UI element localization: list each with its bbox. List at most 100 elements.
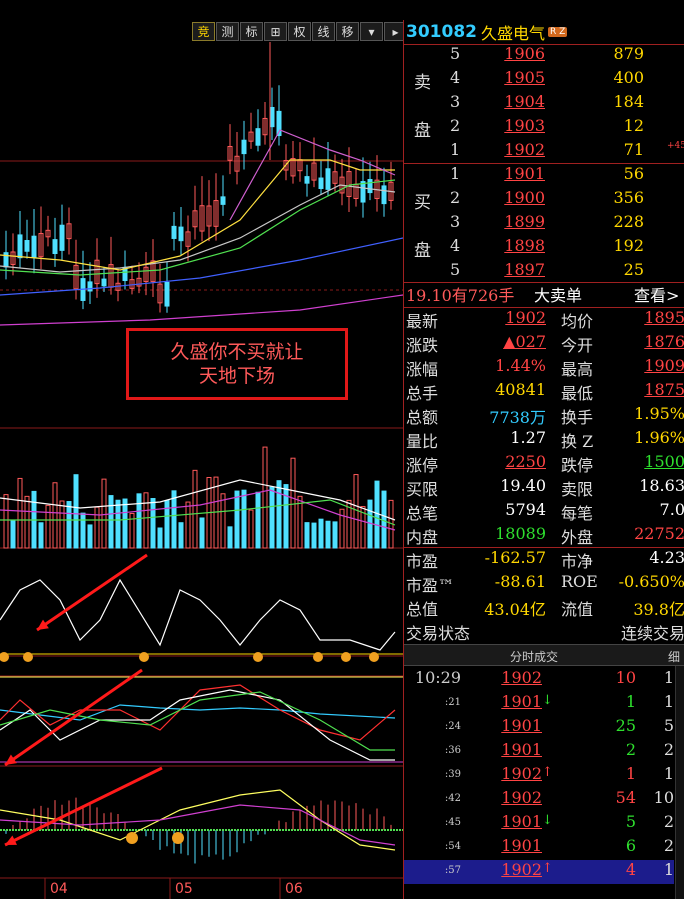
- stock-header: 301082 久盛电气 R Z: [404, 20, 684, 44]
- toolbar-button-move[interactable]: 移: [336, 22, 359, 41]
- volume-bar: [311, 522, 317, 549]
- trades-title: 分时成交: [509, 650, 558, 664]
- buy-level-row[interactable]: 5 1897 25: [404, 260, 684, 284]
- stat-row: 买限 19.40 卖限 18.63: [404, 476, 684, 500]
- month-label: 04: [50, 881, 68, 897]
- candle-body: [241, 139, 247, 155]
- sell-level-row[interactable]: 1 1902 71: [404, 140, 684, 164]
- trade-row[interactable]: :36 1901 2 2: [404, 740, 674, 764]
- buy-level-row[interactable]: 4 1898 192: [404, 236, 684, 260]
- ma120-line: [0, 294, 403, 326]
- trades-scrollbar[interactable]: [675, 666, 684, 899]
- level-volume: 192: [613, 236, 644, 255]
- kline-chart[interactable]: 04 05 06: [0, 20, 403, 899]
- buy-level-row[interactable]: 3 1899 228: [404, 212, 684, 236]
- trade-row[interactable]: :21 1901 ↓ 1 1: [404, 692, 674, 716]
- candle-body: [52, 239, 58, 255]
- candle-body: [178, 226, 184, 242]
- buy-level-row[interactable]: 1 1901 56: [404, 164, 684, 188]
- view-link[interactable]: 查看>: [634, 282, 679, 306]
- toolbar-button-grid[interactable]: ⊞: [264, 22, 287, 41]
- stat-label: 总手: [406, 384, 439, 403]
- trade-row[interactable]: :24 1901 25 5: [404, 716, 674, 740]
- toolbar-button-compete[interactable]: 竞: [192, 22, 215, 41]
- toolbar-button-mark[interactable]: 标: [240, 22, 263, 41]
- trade-time: :45: [444, 817, 461, 828]
- level-number: 2: [450, 188, 461, 207]
- annotation-arrow: [36, 553, 148, 632]
- volume-bar: [3, 494, 9, 549]
- stat-value: 19.40: [500, 476, 546, 495]
- candle-body: [101, 278, 107, 287]
- sell-level-row[interactable]: 5 1906 879: [404, 44, 684, 68]
- stat-label: 市盈™: [406, 576, 455, 595]
- smiley-icon: [126, 832, 138, 844]
- stat-value: 43.04亿: [484, 600, 546, 619]
- stat-value: ▲027: [503, 332, 546, 351]
- trade-time: :21: [444, 697, 461, 708]
- trade-time: :24: [444, 721, 461, 732]
- level-volume: 184: [613, 92, 644, 111]
- candle-body: [304, 176, 310, 184]
- volume-bar: [24, 495, 30, 549]
- volume-bar: [325, 520, 331, 549]
- trade-price: 1901: [501, 812, 542, 831]
- dea-line: [0, 804, 396, 846]
- stat-label: 最低: [561, 384, 594, 403]
- toolbar-button-line[interactable]: 线: [312, 22, 335, 41]
- down-arrow-icon: ↓: [542, 813, 553, 828]
- level-number: 4: [450, 236, 461, 255]
- toolbar-button-measure[interactable]: 测: [216, 22, 239, 41]
- up-arrow-icon: ↑: [542, 765, 553, 780]
- candle-body: [17, 234, 23, 259]
- trade-row[interactable]: :45 1901 ↓ 5 2: [404, 812, 674, 836]
- trade-row[interactable]: :57 1902 ↑ 4 1: [404, 860, 674, 884]
- stat-value: 1895: [644, 308, 684, 327]
- toolbar-button-dropdown[interactable]: ▾: [360, 22, 383, 41]
- toolbar-button-rights[interactable]: 权: [288, 22, 311, 41]
- level-price: 1898: [504, 236, 545, 255]
- stat-value: 18.63: [639, 476, 684, 495]
- volume-bar: [192, 469, 198, 549]
- level-volume: 400: [613, 68, 644, 87]
- trade-volume: 6: [625, 836, 636, 855]
- volume-bar: [283, 484, 289, 549]
- month-label: 05: [175, 881, 193, 897]
- smiley-icon: [139, 652, 149, 662]
- volume-bar: [248, 509, 254, 549]
- level-volume: 25: [623, 260, 644, 279]
- stat-row: 量比 1.27 换 Z 1.96%: [404, 428, 684, 452]
- indicator-line-2: [0, 689, 395, 761]
- detail-button[interactable]: 细: [668, 648, 680, 665]
- candle-body: [360, 181, 366, 203]
- rz-badge: R Z: [548, 27, 568, 37]
- trade-status-row: 交易状态 连续交易: [404, 620, 684, 644]
- trade-price: 1901: [501, 836, 542, 855]
- stat-label: 涨停: [406, 456, 439, 475]
- sell-level-row[interactable]: 2 1903 12: [404, 116, 684, 140]
- smiley-icon: [341, 652, 351, 662]
- trade-row[interactable]: :42 1902 54 10: [404, 788, 674, 812]
- big-order-line[interactable]: 19.10有726手 大卖单 查看>: [404, 282, 684, 307]
- trade-price: 1902: [501, 788, 542, 807]
- trade-volume: 1: [625, 764, 636, 783]
- trade-volume: 2: [625, 740, 636, 759]
- sell-level-row[interactable]: 3 1904 184: [404, 92, 684, 116]
- stat-label: 换 Z: [561, 432, 594, 451]
- kline-chart-area[interactable]: 04 05 06: [0, 20, 403, 899]
- volume-bar: [157, 527, 163, 549]
- smiley-icon: [253, 652, 263, 662]
- stat-label: 最高: [561, 360, 594, 379]
- trade-row[interactable]: :39 1902 ↑ 1 1: [404, 764, 674, 788]
- buy-level-row[interactable]: 2 1900 356: [404, 188, 684, 212]
- annotation-arrow: [4, 766, 163, 847]
- trade-row[interactable]: :54 1901 6 2: [404, 836, 674, 860]
- stat-value: 39.8亿: [633, 600, 684, 619]
- sell-level-row[interactable]: 4 1905 400: [404, 68, 684, 92]
- level-number: 3: [450, 212, 461, 231]
- stat-label: 总笔: [406, 504, 439, 523]
- stat-value: 22752: [634, 524, 684, 543]
- trade-row[interactable]: 10:29 1902 10 1: [404, 668, 674, 692]
- stat-value: 7.0: [659, 500, 684, 519]
- volume-bar: [262, 446, 268, 549]
